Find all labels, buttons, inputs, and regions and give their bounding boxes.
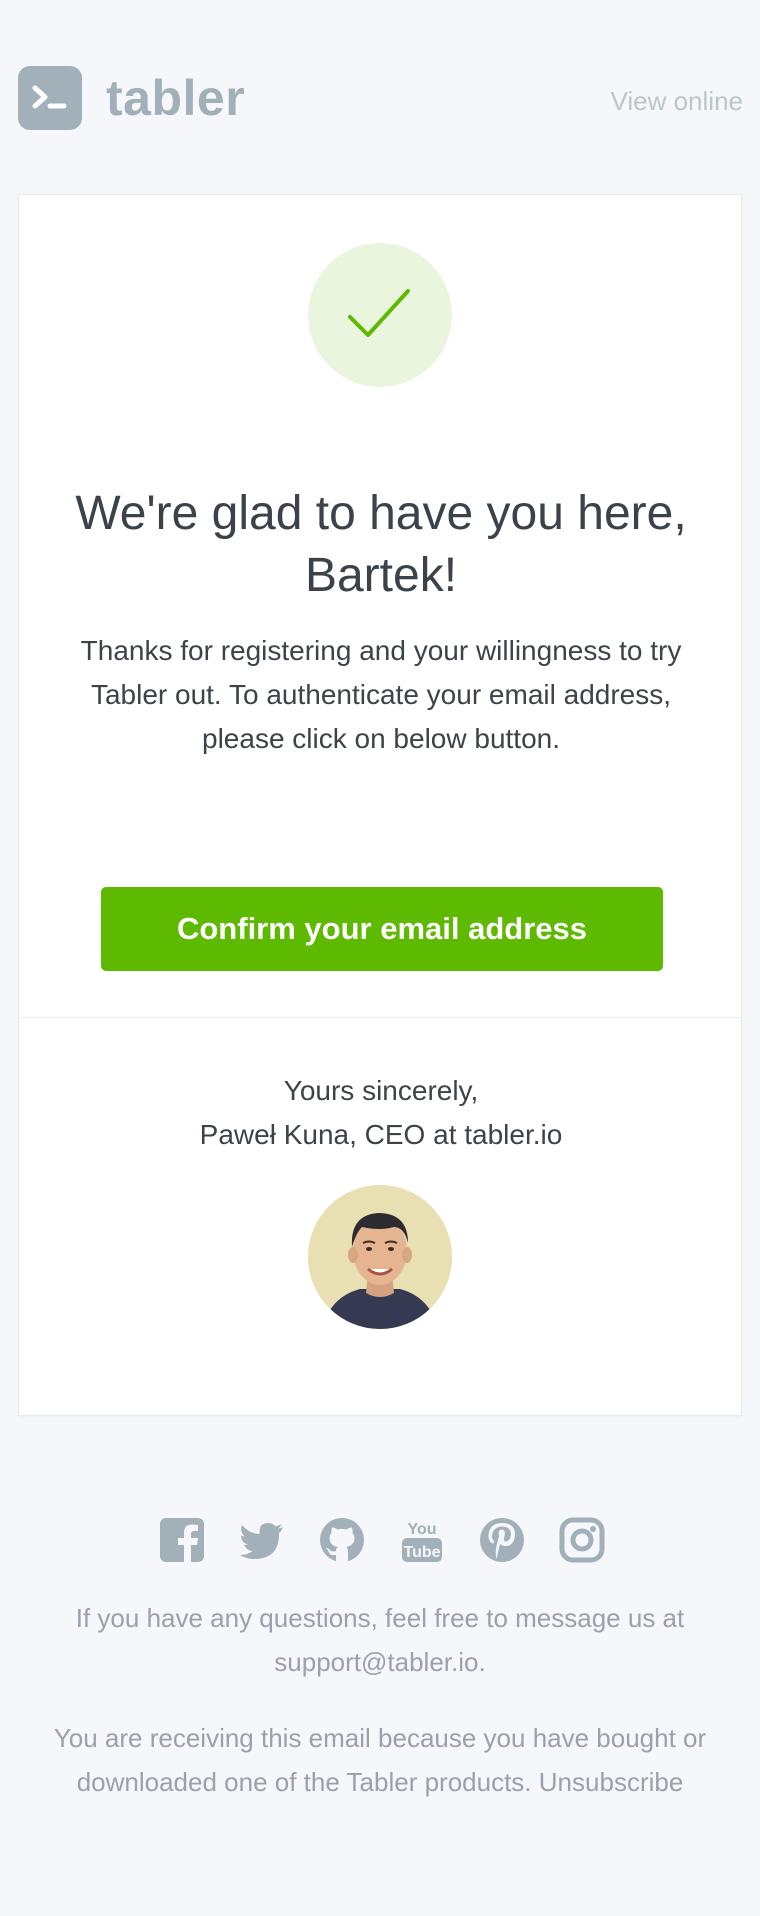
welcome-title-line1: We're glad to have you here, [75, 487, 687, 540]
instagram-icon[interactable] [558, 1516, 606, 1564]
email-card: We're glad to have you here, Bartek! Tha… [18, 194, 742, 1416]
email-header: tabler View online [18, 66, 743, 130]
social-links: You Tube [158, 1516, 605, 1564]
youtube-you-text: You [407, 1521, 436, 1538]
tabler-logo-icon[interactable] [18, 66, 82, 130]
youtube-tube-text: Tube [403, 1544, 440, 1561]
closing-text: Yours sincerely, [283, 1075, 479, 1106]
checkmark-icon [348, 289, 410, 337]
twitter-icon[interactable] [238, 1516, 286, 1564]
confirm-email-button[interactable]: Confirm your email address [101, 887, 663, 971]
brand-name: tabler [106, 70, 246, 126]
view-online-link[interactable]: View online [610, 86, 743, 117]
receiving-notice: You are receiving this email because you… [30, 1716, 730, 1804]
questions-suffix: . [478, 1647, 486, 1677]
signature-block: Yours sincerely, Paweł Kuna, CEO at tabl… [59, 1069, 703, 1157]
support-email-link[interactable]: support@tabler.io [274, 1647, 478, 1677]
welcome-message: Thanks for registering and your willingn… [80, 635, 682, 754]
success-badge [308, 243, 452, 387]
welcome-title: We're glad to have you here, Bartek! [59, 483, 703, 607]
questions-text: If you have any questions, feel free to … [30, 1596, 730, 1684]
unsubscribe-link[interactable]: Unsubscribe [539, 1767, 684, 1797]
questions-prefix: If you have any questions, feel free to … [75, 1603, 685, 1633]
welcome-title-line2: Bartek! [304, 549, 458, 602]
facebook-icon[interactable] [158, 1516, 206, 1564]
youtube-icon[interactable]: You Tube [398, 1516, 446, 1564]
avatar [308, 1185, 452, 1329]
github-icon[interactable] [318, 1516, 366, 1564]
card-divider [19, 1017, 741, 1018]
signature-text: Paweł Kuna, CEO at tabler.io [199, 1119, 563, 1150]
pinterest-icon[interactable] [478, 1516, 526, 1564]
